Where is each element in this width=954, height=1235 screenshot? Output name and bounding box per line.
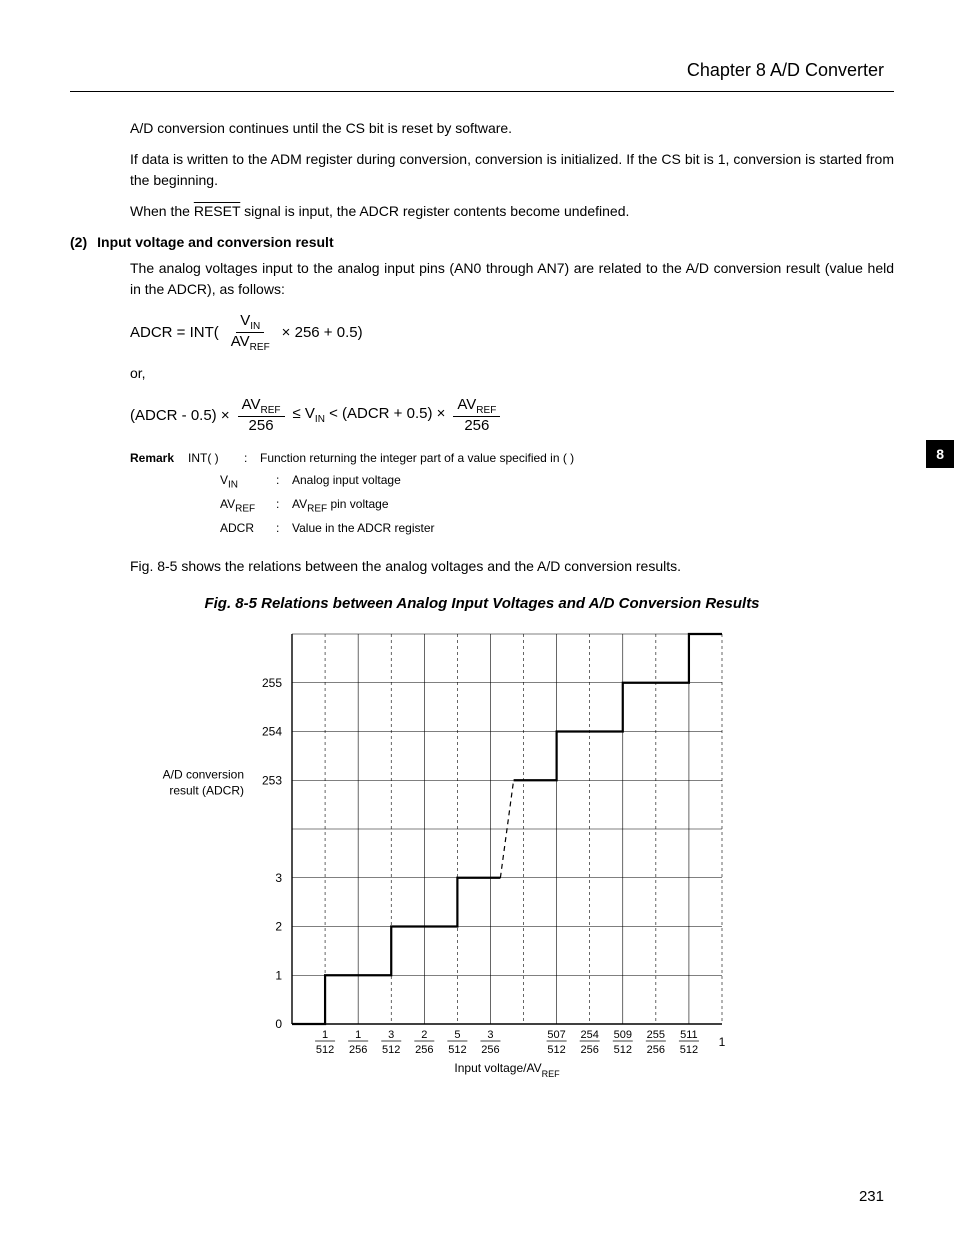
f1-den-sub: REF (250, 342, 270, 353)
step-chart: 0123253254255A/D conversionresult (ADCR)… (142, 624, 822, 1104)
remark-desc-4: Value in the ADCR register (292, 518, 435, 540)
svg-text:509: 509 (614, 1029, 632, 1041)
or-text: or, (130, 363, 894, 384)
f2-num1-sub: REF (261, 405, 281, 416)
figure-caption: Fig. 8-5 Relations between Analog Input … (70, 595, 894, 612)
remark-label: Remark (130, 448, 180, 470)
paragraph-4: The analog voltages input to the analog … (130, 258, 894, 300)
reset-signal: RESET (194, 203, 240, 219)
svg-text:1: 1 (719, 1035, 726, 1049)
f2-num1: AV (242, 396, 261, 413)
svg-text:255: 255 (647, 1029, 665, 1041)
svg-text:256: 256 (647, 1044, 665, 1056)
section-title: Input voltage and conversion result (97, 234, 333, 250)
svg-text:result (ADCR): result (ADCR) (169, 783, 244, 797)
svg-text:512: 512 (547, 1044, 565, 1056)
f2-b-sub: IN (315, 414, 325, 425)
p3-a: When the (130, 203, 194, 219)
f1-den: AV (231, 333, 250, 350)
remark-term-1: INT( ) (188, 448, 236, 470)
svg-text:254: 254 (581, 1029, 599, 1041)
f2-a: (ADCR - 0.5) × (130, 407, 230, 424)
section-number: (2) (70, 234, 87, 250)
svg-text:253: 253 (262, 773, 282, 787)
f1-num: V (240, 312, 250, 329)
f2-den1: 256 (245, 417, 278, 434)
svg-text:3: 3 (275, 871, 282, 885)
f2-num2-sub: REF (476, 405, 496, 416)
svg-text:A/D conversion: A/D conversion (163, 767, 244, 781)
page-number: 231 (859, 1188, 884, 1205)
f2-frac1: AVREF 256 (238, 396, 285, 434)
svg-text:2: 2 (275, 919, 282, 933)
svg-text:512: 512 (382, 1044, 400, 1056)
p3-b: signal is input, the ADCR register conte… (240, 203, 629, 219)
chart-container: 0123253254255A/D conversionresult (ADCR)… (70, 624, 894, 1104)
chapter-tab: 8 (926, 440, 954, 468)
remark-desc-1: Function returning the integer part of a… (260, 448, 574, 470)
svg-text:256: 256 (481, 1044, 499, 1056)
svg-text:0: 0 (275, 1017, 282, 1031)
remark-c1: : (244, 448, 252, 470)
chapter-header: Chapter 8 A/D Converter (70, 60, 894, 81)
svg-text:512: 512 (316, 1044, 334, 1056)
f1-tail: × 256 + 0.5) (282, 324, 363, 341)
f1-fraction: VIN AVREF (227, 312, 274, 353)
svg-text:3: 3 (487, 1029, 493, 1041)
svg-text:1: 1 (322, 1029, 328, 1041)
remark-c4: : (276, 518, 284, 540)
svg-text:507: 507 (547, 1029, 565, 1041)
svg-text:512: 512 (614, 1044, 632, 1056)
svg-text:5: 5 (454, 1029, 460, 1041)
remark-term-4: ADCR (220, 518, 268, 540)
f2-c: < (ADCR + 0.5) × (325, 405, 445, 422)
f1-lhs: ADCR = INT( (130, 324, 219, 341)
svg-text:2: 2 (421, 1029, 427, 1041)
remark-block: Remark INT( ) : Function returning the i… (130, 448, 894, 540)
svg-text:1: 1 (355, 1029, 361, 1041)
svg-text:256: 256 (581, 1044, 599, 1056)
f2-b: ≤ V (293, 405, 315, 422)
svg-text:512: 512 (680, 1044, 698, 1056)
svg-text:512: 512 (448, 1044, 466, 1056)
paragraph-2: If data is written to the ADM register d… (130, 149, 894, 191)
formula-1: ADCR = INT( VIN AVREF × 256 + 0.5) (130, 312, 894, 353)
remark-desc-2: Analog input voltage (292, 470, 401, 494)
paragraph-5: Fig. 8-5 shows the relations between the… (130, 556, 894, 577)
svg-text:254: 254 (262, 724, 282, 738)
paragraph-1: A/D conversion continues until the CS bi… (130, 118, 894, 139)
remark-term-2: VIN (220, 470, 268, 494)
f2-frac2: AVREF 256 (453, 396, 500, 434)
svg-text:256: 256 (415, 1044, 433, 1056)
f2-num2: AV (457, 396, 476, 413)
f1-num-sub: IN (250, 321, 260, 332)
svg-text:255: 255 (262, 676, 282, 690)
remark-c3: : (276, 494, 284, 518)
svg-text:1: 1 (275, 968, 282, 982)
section-2-heading: (2) Input voltage and conversion result (70, 234, 894, 250)
header-rule (70, 91, 894, 92)
paragraph-3: When the RESET signal is input, the ADCR… (130, 201, 894, 222)
svg-text:256: 256 (349, 1044, 367, 1056)
formula-2: (ADCR - 0.5) × AVREF 256 ≤ VIN < (ADCR +… (130, 396, 894, 434)
remark-c2: : (276, 470, 284, 494)
svg-text:Input voltage/AVREF: Input voltage/AVREF (454, 1061, 560, 1079)
remark-term-3: AVREF (220, 494, 268, 518)
f2-den2: 256 (460, 417, 493, 434)
remark-desc-3: AVREF pin voltage (292, 494, 389, 518)
svg-text:3: 3 (388, 1029, 394, 1041)
svg-text:511: 511 (680, 1029, 698, 1041)
